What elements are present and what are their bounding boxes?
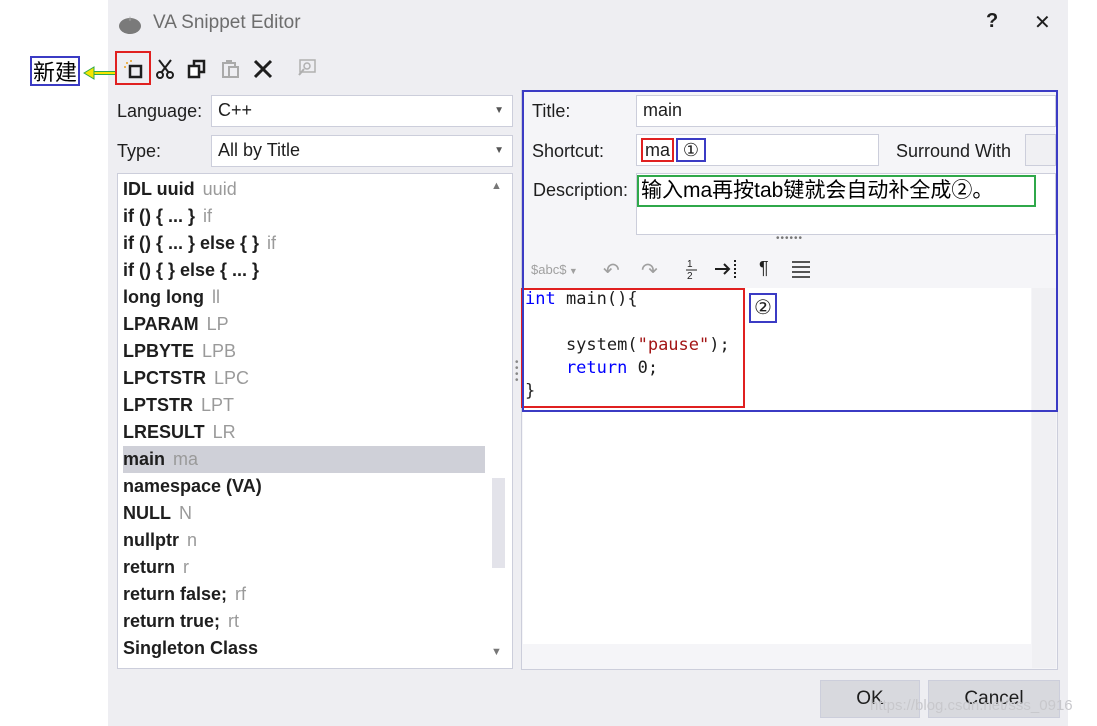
help-button[interactable]: ? <box>986 10 998 33</box>
snippet-shortcut: if <box>267 233 277 253</box>
snippet-name: LPARAM <box>123 314 199 334</box>
snippet-name: IDL uuid <box>123 179 195 199</box>
snippet-list-item[interactable]: if () { ... } else { } if <box>123 230 485 257</box>
delete-button[interactable] <box>250 56 276 82</box>
snippet-name: NULL <box>123 503 171 523</box>
snippet-shortcut: ll <box>211 287 220 307</box>
snippet-list-item[interactable]: LPCTSTR LPC <box>123 365 485 392</box>
language-value: C++ <box>218 100 253 120</box>
snippet-shortcut: rt <box>228 611 240 631</box>
snippet-name: main <box>123 449 166 469</box>
snippet-shortcut: n <box>187 530 198 550</box>
window-title: VA Snippet Editor <box>153 12 301 33</box>
snippet-list-item[interactable]: if () { } else { ... } <box>123 257 485 284</box>
paste-button[interactable] <box>218 56 244 82</box>
snippet-list-item[interactable]: IDL uuid uuid <box>123 176 485 203</box>
snippet-list-item[interactable]: nullptr n <box>123 527 485 554</box>
snippet-name: namespace (VA) <box>123 476 262 496</box>
watermark: https://blog.csdn.net/sss_0916 <box>870 697 1073 714</box>
snippet-shortcut: N <box>179 503 192 523</box>
list-scrollbar-thumb[interactable] <box>492 478 505 568</box>
snippet-shortcut: LP <box>206 314 229 334</box>
language-dropdown[interactable]: C++ ▼ <box>211 95 513 127</box>
annotation-arrow-icon <box>83 66 116 80</box>
language-label: Language: <box>117 101 203 121</box>
snippet-name: return true; <box>123 611 221 631</box>
delete-icon <box>253 59 273 79</box>
chevron-down-icon: ▼ <box>494 105 504 116</box>
close-button[interactable]: ✕ <box>1034 10 1051 35</box>
snippet-list-item[interactable]: NULL N <box>123 500 485 527</box>
snippet-shortcut: if <box>203 206 212 226</box>
annotation-new-label: 新建 <box>30 56 80 86</box>
snippet-rows: IDL uuid uuid if () { ... } if if () { ... }… <box>117 176 487 666</box>
scroll-down-icon[interactable]: ▼ <box>491 646 502 658</box>
snippet-name: LPCTSTR <box>123 368 206 388</box>
tomato-logo-icon <box>119 16 141 34</box>
new-snippet-button[interactable] <box>120 56 146 82</box>
paste-icon <box>222 60 239 78</box>
type-label: Type: <box>117 141 162 161</box>
chevron-down-icon: ▼ <box>494 145 504 156</box>
snippet-shortcut: ma <box>173 449 199 469</box>
snippet-list-item[interactable]: Singleton Class <box>123 635 485 662</box>
snippet-name: nullptr <box>123 530 179 550</box>
snippet-name: return <box>123 557 176 577</box>
snippet-list-item[interactable]: if () { ... } if <box>123 203 485 230</box>
snippet-list-item[interactable]: long long ll <box>123 284 485 311</box>
snippet-shortcut: r <box>183 557 190 577</box>
snippet-name: return false; <box>123 584 228 604</box>
snippet-list-item[interactable]: return true; rt <box>123 608 485 635</box>
find-icon <box>298 59 316 76</box>
snippet-list-item[interactable]: return r <box>123 554 485 581</box>
snippet-name: if () { ... } else { } <box>123 233 260 253</box>
snippet-shortcut: LPT <box>201 395 235 415</box>
snippet-shortcut: rf <box>235 584 247 604</box>
type-value: All by Title <box>218 140 301 160</box>
find-button[interactable] <box>293 56 319 82</box>
annotation-details-highlight <box>522 90 1058 412</box>
snippet-name: Singleton Class <box>123 638 259 658</box>
cut-icon <box>156 59 174 79</box>
pane-splitter-icon[interactable]: • • • • <box>515 358 521 386</box>
snippet-list-item[interactable]: LPARAM LP <box>123 311 485 338</box>
snippet-name: LPBYTE <box>123 341 195 361</box>
scroll-up-icon[interactable]: ▲ <box>491 180 502 192</box>
type-dropdown[interactable]: All by Title ▼ <box>211 135 513 167</box>
copy-icon <box>187 59 206 79</box>
snippet-name: if () { } else { ... } <box>123 260 260 280</box>
snippet-shortcut: LR <box>212 422 236 442</box>
snippet-list-item[interactable]: namespace (VA) <box>123 473 485 500</box>
snippet-list-item[interactable]: LRESULT LR <box>123 419 485 446</box>
snippet-name: if () { ... } <box>123 206 195 226</box>
snippet-list-item[interactable]: LPBYTE LPB <box>123 338 485 365</box>
cut-button[interactable] <box>152 56 178 82</box>
snippet-name: LPTSTR <box>123 395 193 415</box>
snippet-shortcut: uuid <box>202 179 237 199</box>
new-icon <box>124 60 143 79</box>
snippet-name: LRESULT <box>123 422 205 442</box>
snippet-shortcut: LPC <box>214 368 250 388</box>
annotation-circle-2: ② <box>749 293 777 323</box>
snippet-list-item[interactable]: return false; rf <box>123 581 485 608</box>
copy-button[interactable] <box>184 56 210 82</box>
snippet-list-item[interactable]: main ma <box>123 446 485 473</box>
snippet-list-item[interactable]: LPTSTR LPT <box>123 392 485 419</box>
snippet-name: long long <box>123 287 204 307</box>
snippet-shortcut: LPB <box>202 341 237 361</box>
